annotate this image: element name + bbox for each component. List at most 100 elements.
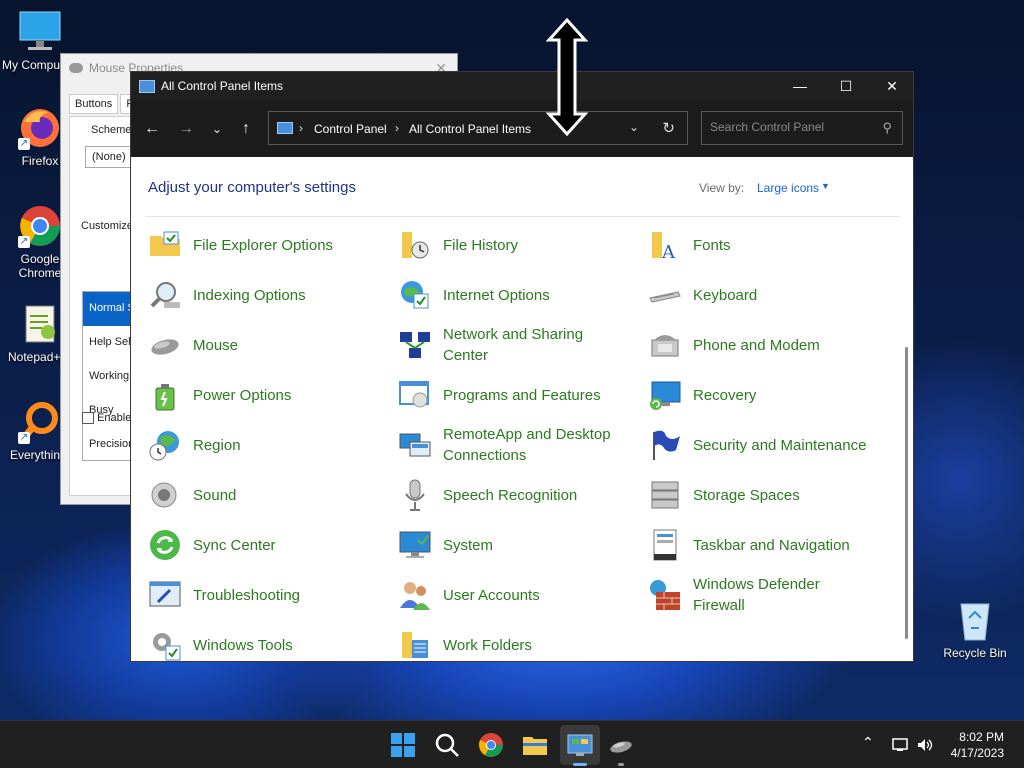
cp-item-mouse[interactable]: Mouse [131, 323, 371, 367]
cp-item-storage-spaces[interactable]: Storage Spaces [631, 473, 871, 517]
minimize-button[interactable]: — [777, 72, 823, 101]
cp-item-remoteapp[interactable]: RemoteApp and Desktop Connections [381, 423, 621, 467]
search-icon[interactable] [433, 731, 461, 759]
troubleshoot-icon [149, 581, 181, 607]
cp-item-label: Power Options [193, 386, 292, 404]
cp-item-label: File History [443, 236, 519, 254]
indexing-icon [150, 282, 180, 308]
view-by-dropdown[interactable]: Large icons [757, 181, 819, 195]
file-history-icon [402, 232, 429, 259]
cp-item-programs-features[interactable]: Programs and Features [381, 373, 621, 417]
folder-options-icon [150, 231, 180, 256]
close-button[interactable]: ✕ [869, 72, 913, 101]
shortcut-arrow-icon: ↗ [18, 432, 30, 444]
cp-item-windows-tools[interactable]: Windows Tools [131, 623, 371, 661]
cp-item-region[interactable]: Region [131, 423, 371, 467]
list-item[interactable]: Precision [83, 428, 131, 460]
list-item[interactable]: Working [83, 360, 131, 394]
recent-locations-button[interactable]: ⌄ [207, 119, 227, 139]
network-icon[interactable] [892, 737, 908, 753]
cp-item-label: Troubleshooting [193, 586, 301, 604]
cp-item-phone-modem[interactable]: Phone and Modem [631, 323, 871, 367]
cp-item-troubleshooting[interactable]: Troubleshooting [131, 573, 371, 617]
cp-item-fonts[interactable]: A Fonts [631, 223, 871, 267]
fonts-icon: A [652, 232, 676, 262]
breadcrumb-control-panel[interactable]: Control Panel [314, 122, 387, 136]
cp-item-label: Storage Spaces [693, 486, 800, 504]
cp-item-power-options[interactable]: Power Options [131, 373, 371, 417]
search-input[interactable] [710, 120, 870, 134]
cp-item-file-explorer-options[interactable]: File Explorer Options [131, 223, 371, 267]
cp-item-label: Recovery [693, 386, 757, 404]
firewall-icon [650, 580, 680, 610]
cp-item-label: Mouse [193, 336, 239, 354]
mouse-taskbar-icon[interactable] [607, 731, 635, 759]
list-item[interactable]: Normal S [83, 292, 131, 326]
control-panel-content: Adjust your computer's settings View by:… [131, 157, 913, 661]
cp-item-label: Phone and Modem [693, 336, 820, 354]
back-button[interactable]: ← [142, 119, 162, 139]
chevron-right-icon: › [299, 121, 303, 135]
scheme-label: Scheme [91, 124, 132, 136]
maximize-button[interactable]: ☐ [823, 72, 869, 101]
cp-item-sync-center[interactable]: Sync Center [131, 523, 371, 567]
search-icon[interactable]: ⚲ [882, 120, 892, 136]
keyboard-icon [649, 291, 681, 303]
taskbar-icon [653, 529, 677, 561]
cp-item-label: Programs and Features [443, 386, 601, 404]
page-title: Adjust your computer's settings [148, 179, 356, 196]
cp-item-label: Work Folders [443, 636, 532, 654]
enable-checkbox-row[interactable]: Enable [82, 412, 131, 425]
cp-item-recovery[interactable]: Recovery [631, 373, 871, 417]
cp-item-network-sharing[interactable]: Network and Sharing Center [381, 323, 621, 367]
cursor-list[interactable]: Normal S Help Sele Working Busy Precisio… [82, 291, 132, 461]
up-button[interactable]: ↑ [236, 119, 256, 139]
list-item[interactable]: Help Sele [83, 326, 131, 360]
chevron-up-icon[interactable]: ⌃ [862, 735, 874, 751]
phone-icon [651, 335, 679, 357]
breadcrumb-all-items[interactable]: All Control Panel Items [409, 122, 531, 136]
control-panel-window[interactable]: All Control Panel Items — ☐ ✕ ← → ⌄ ↑ › … [130, 71, 914, 662]
chrome-icon[interactable] [477, 731, 505, 759]
refresh-icon[interactable]: ↻ [662, 119, 675, 137]
search-box[interactable]: ⚲ [701, 111, 903, 145]
scrollbar-thumb[interactable] [905, 347, 908, 639]
cp-item-user-accounts[interactable]: User Accounts [381, 573, 621, 617]
divider [146, 216, 900, 217]
customize-label: Customize [81, 220, 133, 232]
cp-item-file-history[interactable]: File History [381, 223, 621, 267]
start-button[interactable] [389, 731, 417, 759]
chrome-icon: ↗ [18, 204, 62, 248]
tab-buttons[interactable]: Buttons [69, 94, 119, 114]
microphone-icon [405, 479, 425, 511]
cp-item-label: Taskbar and Navigation [693, 536, 850, 554]
cp-item-label: Network and Sharing Center [443, 326, 584, 364]
tools-icon [153, 633, 181, 661]
chevron-down-icon[interactable]: ⌄ [629, 120, 639, 134]
shortcut-arrow-icon: ↗ [18, 138, 30, 150]
cp-item-indexing-options[interactable]: Indexing Options [131, 273, 371, 317]
cp-item-taskbar-navigation[interactable]: Taskbar and Navigation [631, 523, 871, 567]
caret-down-icon[interactable]: ▼ [821, 181, 830, 191]
system-clock[interactable]: 8:02 PM 4/17/2023 [934, 729, 1004, 761]
cp-item-label: Region [193, 436, 241, 454]
cp-item-label: RemoteApp and Desktop Connections [443, 426, 611, 464]
cp-item-speech-recognition[interactable]: Speech Recognition [381, 473, 621, 517]
cp-item-security-maintenance[interactable]: Security and Maintenance [631, 423, 871, 467]
address-bar[interactable]: › Control Panel › All Control Panel Item… [268, 111, 688, 145]
cp-item-system[interactable]: System [381, 523, 621, 567]
cp-item-internet-options[interactable]: Internet Options [381, 273, 621, 317]
cp-item-work-folders[interactable]: Work Folders [381, 623, 621, 661]
cp-item-sound[interactable]: Sound [131, 473, 371, 517]
mouse-icon [151, 339, 179, 355]
desktop-icon-recycle-bin[interactable]: Recycle Bin [935, 598, 1015, 660]
programs-icon [399, 381, 429, 408]
control-panel-taskbar-icon[interactable] [566, 731, 594, 759]
control-panel-titlebar[interactable]: All Control Panel Items — ☐ ✕ [131, 72, 913, 101]
forward-button[interactable]: → [176, 119, 196, 139]
cp-item-keyboard[interactable]: Keyboard [631, 273, 871, 317]
file-explorer-icon[interactable] [521, 731, 549, 759]
cp-item-windows-defender-firewall[interactable]: Windows Defender Firewall [631, 573, 871, 617]
enable-checkbox[interactable] [82, 412, 94, 425]
volume-icon[interactable] [916, 737, 934, 753]
